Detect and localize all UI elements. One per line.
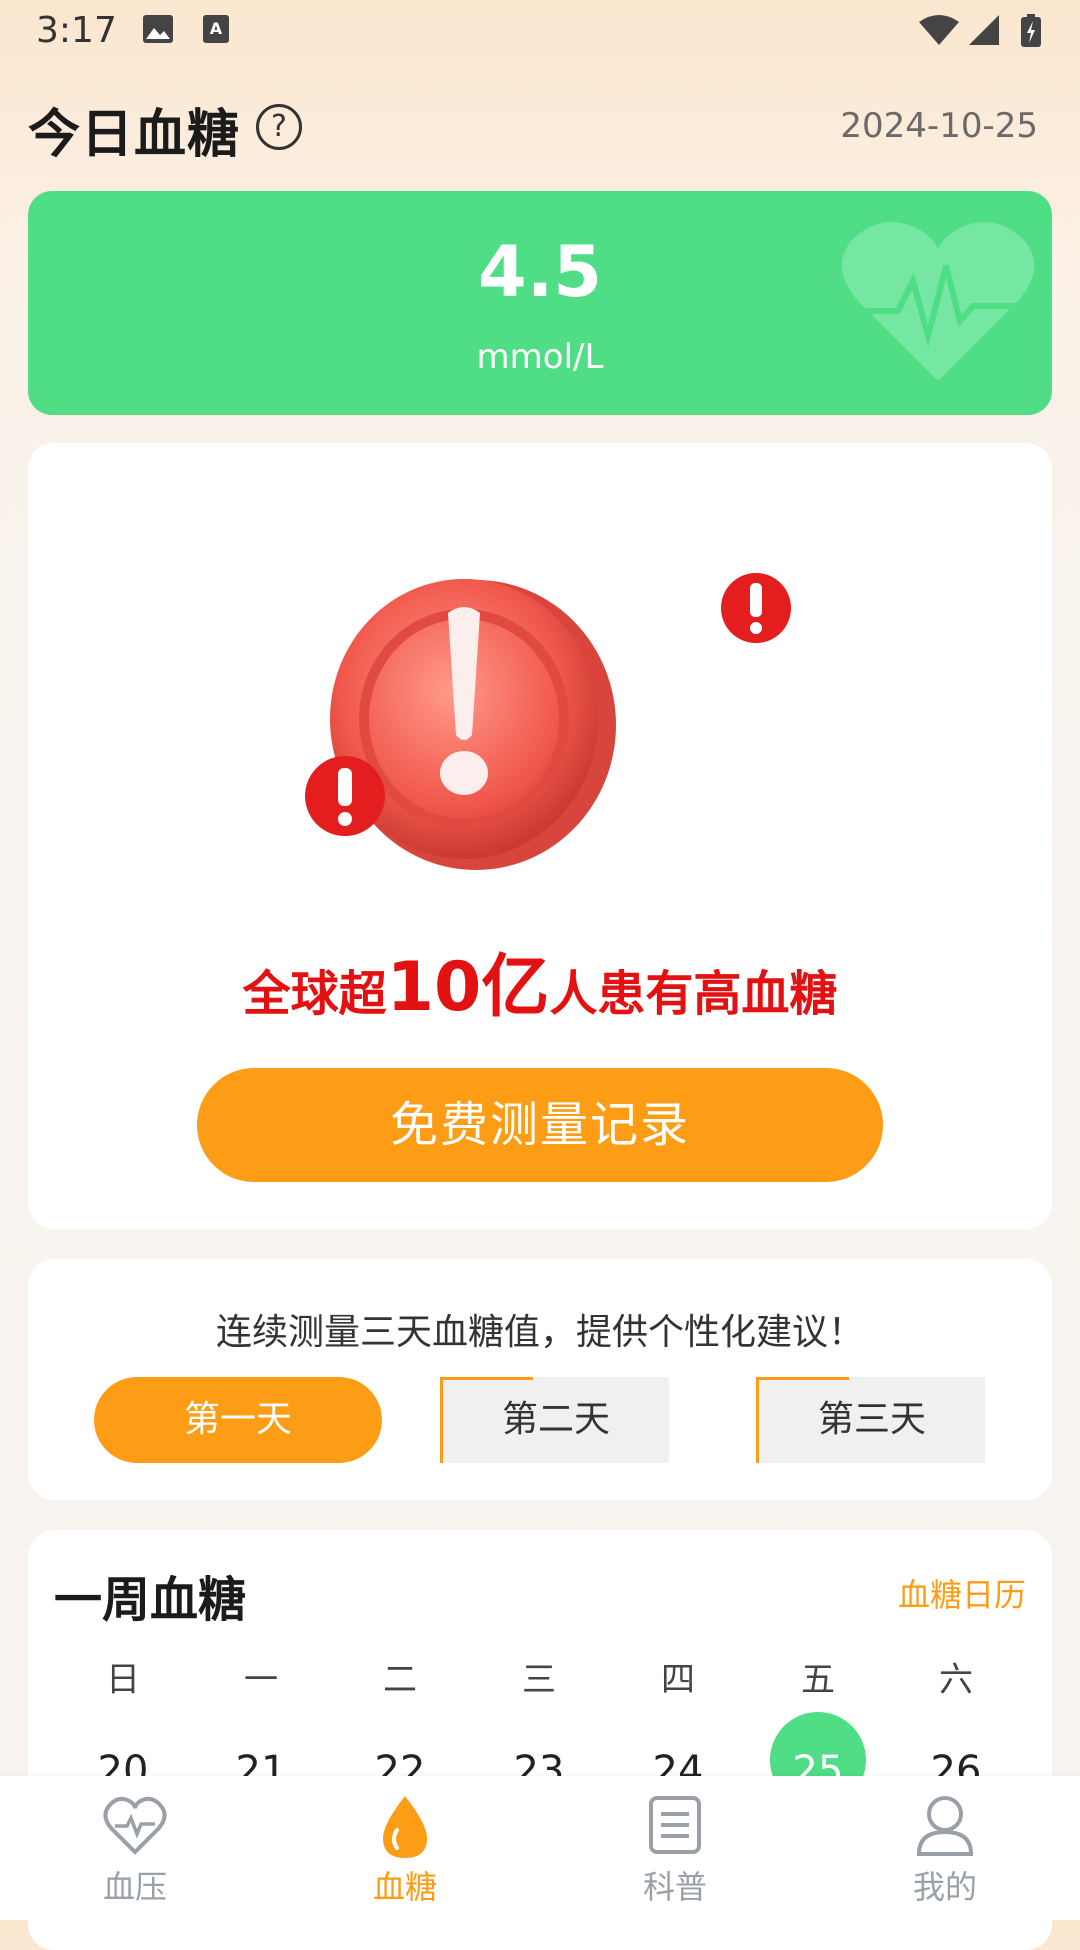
nav-label: 科普 bbox=[642, 1868, 707, 1906]
status-time: 3:17 bbox=[36, 10, 117, 51]
nav-item-blood-glucose[interactable]: 血糖 bbox=[330, 1776, 480, 1920]
weekday-label: 六 bbox=[939, 1660, 973, 1700]
tab-day-one[interactable]: 第一天 bbox=[94, 1377, 382, 1463]
drop-icon bbox=[383, 1796, 427, 1858]
warning-card: 全球超10亿人患有高血糖 免费测量记录 bbox=[28, 443, 1052, 1229]
three-day-tip: 连续测量三天血糖值，提供个性化建议！ bbox=[215, 1312, 864, 1353]
document-icon bbox=[649, 1796, 701, 1854]
weekday-label: 日 bbox=[106, 1660, 140, 1700]
question-icon[interactable]: ? bbox=[256, 104, 302, 150]
a-icon: A bbox=[202, 14, 230, 48]
alert-illustration-icon bbox=[268, 553, 808, 897]
status-bar: 3:17 A bbox=[0, 0, 1080, 64]
bottom-nav: 血压 血糖 科普 我的 bbox=[0, 1776, 1080, 1920]
tab-day-two[interactable]: 第二天 bbox=[440, 1377, 669, 1463]
wifi-icon bbox=[918, 14, 960, 50]
nav-label: 我的 bbox=[912, 1868, 977, 1906]
headline-number: 10亿 bbox=[386, 948, 550, 1027]
nav-label: 血糖 bbox=[372, 1868, 437, 1906]
tab-day-three[interactable]: 第三天 bbox=[756, 1377, 985, 1463]
heart-pulse-icon bbox=[103, 1796, 167, 1855]
weekly-title: 一周血糖 bbox=[54, 1572, 247, 1628]
warning-headline: 全球超10亿人患有高血糖 bbox=[28, 931, 1052, 1030]
weekday-label: 一 bbox=[244, 1660, 278, 1700]
weekday-label: 三 bbox=[522, 1660, 556, 1700]
battery-icon bbox=[1020, 14, 1042, 52]
weekday-label: 二 bbox=[383, 1660, 417, 1700]
glucose-calendar-link[interactable]: 血糖日历 bbox=[898, 1570, 1026, 1616]
user-icon bbox=[916, 1796, 974, 1856]
page-title: 今日血糖 bbox=[28, 105, 241, 165]
free-measure-record-button[interactable]: 免费测量记录 bbox=[197, 1068, 883, 1182]
glucose-value-card: 4.5 mmol/L bbox=[28, 191, 1052, 415]
weekday-label: 五 bbox=[801, 1660, 835, 1700]
glucose-value: 4.5 bbox=[477, 231, 602, 313]
headline-suffix: 人患有高血糖 bbox=[549, 966, 838, 1022]
glucose-unit: mmol/L bbox=[476, 337, 604, 377]
svg-text:A: A bbox=[210, 19, 223, 38]
nav-item-blood-pressure[interactable]: 血压 bbox=[60, 1776, 210, 1920]
three-day-card: 连续测量三天血糖值，提供个性化建议！ 第一天 第二天 第三天 bbox=[28, 1259, 1052, 1500]
image-icon bbox=[142, 14, 174, 48]
nav-item-mine[interactable]: 我的 bbox=[870, 1776, 1020, 1920]
current-date: 2024-10-25 bbox=[840, 106, 1038, 146]
signal-icon bbox=[968, 14, 1000, 50]
headline-prefix: 全球超 bbox=[242, 966, 387, 1022]
nav-item-science[interactable]: 科普 bbox=[600, 1776, 750, 1920]
nav-label: 血压 bbox=[102, 1868, 167, 1906]
weekday-label: 四 bbox=[661, 1660, 695, 1700]
